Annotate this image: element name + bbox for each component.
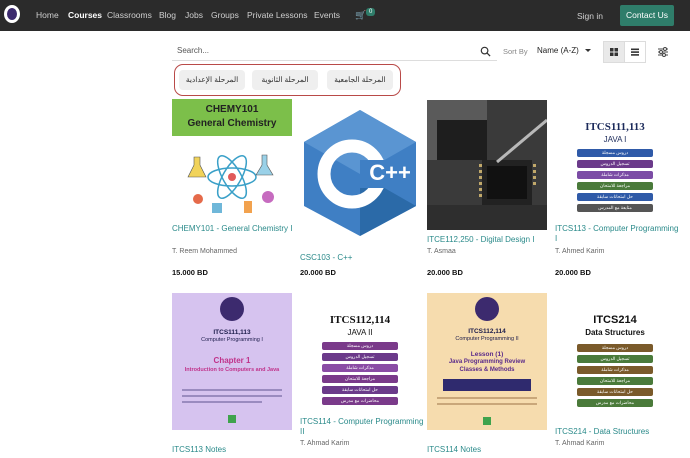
- top-navbar: Home Courses Classrooms Blog Jobs Groups…: [0, 0, 690, 31]
- search-bar: [172, 43, 497, 61]
- course-title-link[interactable]: ITCS114 - Computer Programming II: [300, 417, 424, 437]
- grid-icon: [610, 48, 618, 56]
- filter-icon[interactable]: [655, 44, 671, 60]
- cover-title: ITCS214: [593, 314, 637, 326]
- course-cover-itce112[interactable]: [427, 100, 547, 230]
- nav-events[interactable]: Events: [314, 10, 340, 20]
- course-cover-itcs114[interactable]: ITCS112,114 JAVA II دروس مسجلة تسجيل الد…: [300, 310, 420, 415]
- sort-select[interactable]: Name (A-Z): [537, 46, 579, 55]
- sort-by-label: Sort By: [503, 47, 528, 56]
- course-title-link[interactable]: CSC103 - C++: [300, 253, 424, 263]
- search-input[interactable]: [177, 46, 467, 55]
- course-teacher: T. Asmaa: [427, 248, 456, 255]
- course-cover-itcs113[interactable]: ITCS111,113 JAVA I دروس مسجلة تسجيل الدر…: [555, 113, 675, 218]
- topics-stack: دروس مسجلة تسجيل الدروس مذكرات شاملة مرا…: [555, 149, 675, 215]
- chevron-down-icon[interactable]: [585, 49, 591, 52]
- course-price: 20.000 BD: [300, 268, 336, 277]
- course-title-link[interactable]: ITCS114 Notes: [427, 445, 551, 455]
- cart-icon[interactable]: 🛒: [355, 10, 366, 21]
- nav-blog[interactable]: Blog: [159, 10, 176, 20]
- cover-subtitle: General Chemistry: [187, 118, 277, 129]
- cover-title: ITCS112,114: [468, 328, 506, 335]
- institute-logo-icon: [220, 297, 244, 321]
- course-cover-itcs214[interactable]: ITCS214 Data Structures دروس مسجلة تسجيل…: [555, 310, 675, 415]
- chemistry-illustration-icon: [187, 154, 274, 213]
- cpp-plus-label: C++: [369, 160, 411, 185]
- search-icon[interactable]: [480, 46, 491, 57]
- course-cover-chemy101[interactable]: CHEMY101 General Chemistry: [172, 99, 292, 219]
- institute-logo-icon: [475, 297, 499, 321]
- course-cover-itcs114-notes[interactable]: ITCS112,114 Computer Programming II Less…: [427, 293, 547, 430]
- topics-stack: دروس مسجلة تسجيل الدروس مذكرات شاملة مرا…: [555, 344, 675, 410]
- course-teacher: T. Ahmad Karim: [555, 440, 605, 447]
- sign-in-link[interactable]: Sign in: [577, 11, 603, 21]
- course-cover-csc103[interactable]: C++: [300, 108, 420, 238]
- course-title-link[interactable]: CHEMY101 - General Chemistry I: [172, 224, 296, 234]
- site-logo[interactable]: [4, 5, 20, 23]
- topics-stack: دروس مسجلة تسجيل الدروس مذكرات شاملة مرا…: [300, 342, 420, 408]
- cover-title: ITCS111,113: [585, 121, 645, 133]
- cover-title: ITCS111,113: [213, 329, 251, 336]
- cover-subtitle: JAVA II: [347, 328, 373, 337]
- cover-title: CHEMY101: [205, 104, 259, 115]
- course-teacher: T. Ahmed Karim: [555, 248, 605, 255]
- nav-courses[interactable]: Courses: [68, 10, 102, 20]
- category-chip-intermediate[interactable]: المرحلة الإعدادية: [179, 70, 245, 90]
- grid-view-button[interactable]: [603, 41, 625, 63]
- cover-title: ITCS112,114: [329, 314, 391, 326]
- list-view-button[interactable]: [624, 41, 646, 63]
- cpp-logo-icon: C++: [304, 110, 416, 236]
- course-price: 15.000 BD: [172, 268, 208, 277]
- cover-lesson: Lesson (1): [470, 351, 504, 358]
- cover-subtitle: JAVA I: [603, 135, 627, 144]
- category-chip-university[interactable]: المرحلة الجامعية: [327, 70, 393, 90]
- course-price: 20.000 BD: [427, 268, 463, 277]
- course-price: 20.000 BD: [555, 268, 591, 277]
- cover-topic: Java Programming Review: [448, 359, 526, 365]
- cover-subtitle: Data Structures: [585, 328, 645, 337]
- course-title-link[interactable]: ITCE112,250 - Digital Design I: [427, 235, 551, 245]
- cart-count-badge: 0: [366, 8, 376, 16]
- cover-subtopic: Classes & Methods: [459, 367, 515, 373]
- cover-subtitle: Computer Programming I: [201, 337, 263, 343]
- course-cover-itcs113-notes[interactable]: ITCS111,113 Computer Programming I Chapt…: [172, 293, 292, 430]
- nav-jobs[interactable]: Jobs: [185, 10, 203, 20]
- course-teacher: T. Reem Mohammed: [172, 248, 237, 255]
- course-teacher: T. Ahmad Karim: [300, 440, 350, 447]
- nav-classrooms[interactable]: Classrooms: [107, 10, 152, 20]
- cover-topic: Introduction to Computers and Java: [184, 367, 280, 373]
- circuit-board-image: [427, 100, 547, 230]
- list-icon: [631, 48, 639, 56]
- course-title-link[interactable]: ITCS214 - Data Structures: [555, 427, 679, 437]
- contact-us-button[interactable]: Contact Us: [620, 5, 674, 26]
- course-title-link[interactable]: ITCS113 - Computer Programming I: [555, 224, 679, 244]
- nav-groups[interactable]: Groups: [211, 10, 239, 20]
- nav-home[interactable]: Home: [36, 10, 59, 20]
- cover-chapter: Chapter 1: [213, 356, 251, 365]
- category-chip-secondary[interactable]: المرحلة الثانوية: [252, 70, 318, 90]
- course-title-link[interactable]: ITCS113 Notes: [172, 445, 296, 455]
- nav-private-lessons[interactable]: Private Lessons: [247, 10, 307, 20]
- cover-subtitle: Computer Programming II: [455, 336, 519, 342]
